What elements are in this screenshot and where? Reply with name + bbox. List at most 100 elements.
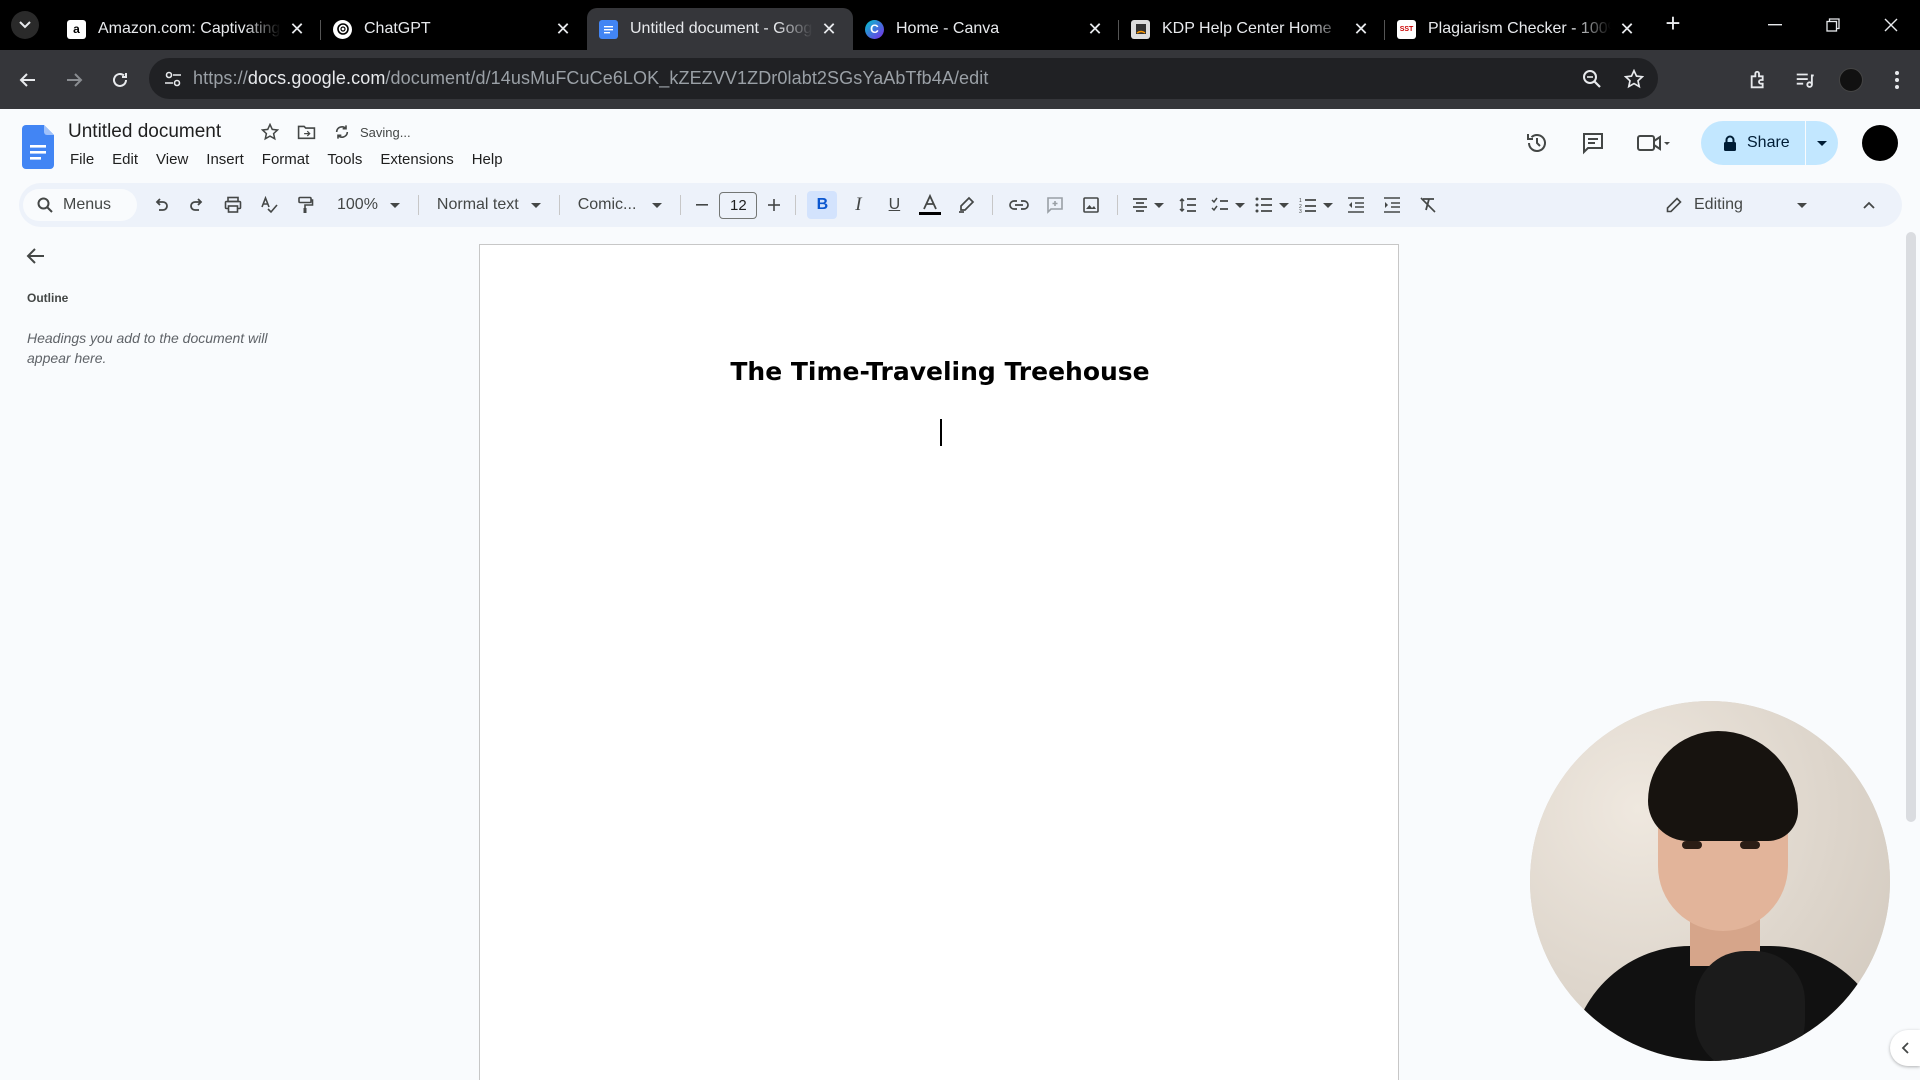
- italic-button[interactable]: I: [840, 190, 876, 220]
- document-heading[interactable]: The Time-Traveling Treehouse: [480, 357, 1400, 386]
- document-page[interactable]: The Time-Traveling Treehouse: [479, 244, 1399, 1080]
- font-select[interactable]: Comic...: [568, 196, 673, 214]
- checklist-button[interactable]: [1206, 190, 1250, 220]
- print-button[interactable]: [215, 190, 251, 220]
- forward-button[interactable]: [56, 62, 92, 98]
- checklist-icon: [1211, 197, 1229, 212]
- close-icon[interactable]: ✕: [1085, 19, 1105, 39]
- paragraph-style-select[interactable]: Normal text: [427, 196, 551, 214]
- saving-status: Saving...: [360, 124, 411, 140]
- zoom-icon[interactable]: [1582, 69, 1602, 89]
- insert-image-button[interactable]: [1073, 190, 1109, 220]
- profile-button[interactable]: [1828, 60, 1874, 100]
- back-button[interactable]: [10, 62, 46, 98]
- arrow-back-icon[interactable]: [26, 246, 46, 266]
- editing-mode-select[interactable]: Editing: [1666, 190, 1836, 220]
- add-comment-button[interactable]: [1037, 190, 1073, 220]
- caret-down-icon: [530, 202, 541, 208]
- address-bar[interactable]: https://docs.google.com/document/d/14usM…: [149, 58, 1658, 99]
- reload-button[interactable]: [102, 62, 138, 98]
- document-title[interactable]: Untitled document: [68, 121, 221, 143]
- version-history-button[interactable]: [1509, 121, 1565, 165]
- caret-down-icon: [1817, 140, 1827, 146]
- move-folder-icon[interactable]: [297, 124, 316, 140]
- window-controls: [1746, 0, 1920, 50]
- close-icon[interactable]: ✕: [553, 19, 573, 39]
- tab-google-docs[interactable]: Untitled document - Goog ✕: [587, 8, 853, 50]
- vertical-scrollbar[interactable]: [1906, 232, 1916, 822]
- tab-title: Untitled document - Goog: [630, 20, 813, 37]
- minimize-button[interactable]: [1746, 0, 1804, 50]
- spelling-check-button[interactable]: [251, 190, 287, 220]
- line-spacing-button[interactable]: [1170, 190, 1206, 220]
- close-icon[interactable]: ✕: [1617, 19, 1637, 39]
- tab-kdp[interactable]: KDP Help Center Home ✕: [1119, 8, 1385, 50]
- comments-button[interactable]: [1565, 121, 1621, 165]
- menu-help[interactable]: Help: [463, 149, 512, 170]
- highlight-color-button[interactable]: [948, 190, 984, 220]
- underline-button[interactable]: U: [876, 190, 912, 220]
- caret-down-icon: [1279, 202, 1290, 208]
- add-comment-icon: [1047, 197, 1064, 214]
- share-button[interactable]: Share: [1701, 121, 1838, 165]
- clear-formatting-button[interactable]: [1410, 190, 1446, 220]
- account-avatar[interactable]: [1862, 125, 1898, 161]
- menu-format[interactable]: Format: [253, 149, 319, 170]
- undo-button[interactable]: [143, 190, 179, 220]
- bookmark-star-icon[interactable]: [1624, 68, 1644, 89]
- star-icon[interactable]: [261, 123, 279, 141]
- menu-edit[interactable]: Edit: [103, 149, 147, 170]
- font-size-input[interactable]: 12: [719, 191, 758, 219]
- menu-extensions[interactable]: Extensions: [371, 149, 462, 170]
- media-control-button[interactable]: [1782, 60, 1828, 100]
- text-color-button[interactable]: [912, 190, 948, 220]
- sst-icon: SST: [1397, 19, 1416, 39]
- tab-amazon[interactable]: a Amazon.com: Captivating S ✕: [55, 8, 321, 50]
- chrome-menu-button[interactable]: [1874, 60, 1920, 100]
- decrease-indent-button[interactable]: [1338, 190, 1374, 220]
- side-panel-toggle[interactable]: [1890, 1030, 1920, 1066]
- search-menus-button[interactable]: Menus: [23, 189, 137, 221]
- share-dropdown-button[interactable]: [1805, 121, 1838, 165]
- close-icon[interactable]: ✕: [287, 19, 307, 39]
- numbered-list-button[interactable]: 123: [1294, 190, 1338, 220]
- caret-down-icon: [1796, 202, 1807, 208]
- caret-down-icon: [1154, 202, 1165, 208]
- tab-plagiarism-checker[interactable]: SST Plagiarism Checker - 100% ✕: [1385, 8, 1651, 50]
- bulleted-list-button[interactable]: [1250, 190, 1294, 220]
- extensions-button[interactable]: [1736, 60, 1782, 100]
- menu-view[interactable]: View: [147, 149, 197, 170]
- restore-button[interactable]: [1804, 0, 1862, 50]
- bold-button[interactable]: B: [807, 191, 838, 219]
- menu-insert[interactable]: Insert: [197, 149, 253, 170]
- increase-font-size-button[interactable]: [761, 190, 787, 220]
- new-tab-button[interactable]: +: [1657, 7, 1689, 39]
- menu-file[interactable]: File: [61, 149, 103, 170]
- google-docs-logo-icon[interactable]: [22, 125, 54, 169]
- underline-icon: U: [888, 196, 901, 213]
- style-value: Normal text: [436, 196, 519, 213]
- image-icon: [1083, 197, 1100, 213]
- tab-title: Amazon.com: Captivating S: [98, 20, 281, 37]
- redo-button[interactable]: [179, 190, 215, 220]
- plus-icon: [768, 199, 781, 211]
- align-button[interactable]: [1126, 190, 1170, 220]
- close-icon[interactable]: ✕: [1351, 19, 1371, 39]
- tab-search-button[interactable]: [11, 11, 39, 39]
- browser-toolbar: https://docs.google.com/document/d/14usM…: [0, 50, 1920, 109]
- site-info-icon[interactable]: [153, 70, 193, 88]
- menu-tools[interactable]: Tools: [318, 149, 371, 170]
- paint-format-button[interactable]: [287, 190, 323, 220]
- insert-link-button[interactable]: [1001, 190, 1037, 220]
- increase-indent-button[interactable]: [1374, 190, 1410, 220]
- text-color-icon: [919, 194, 942, 215]
- tab-chatgpt[interactable]: ChatGPT ✕: [321, 8, 587, 50]
- hide-menus-button[interactable]: [1854, 190, 1884, 220]
- close-icon[interactable]: ✕: [819, 19, 839, 39]
- tab-canva[interactable]: C Home - Canva ✕: [853, 8, 1119, 50]
- playlist-icon: [1796, 73, 1814, 88]
- meet-button[interactable]: [1621, 121, 1687, 165]
- zoom-select[interactable]: 100%: [327, 196, 410, 214]
- decrease-font-size-button[interactable]: [689, 190, 715, 220]
- close-window-button[interactable]: [1862, 0, 1920, 50]
